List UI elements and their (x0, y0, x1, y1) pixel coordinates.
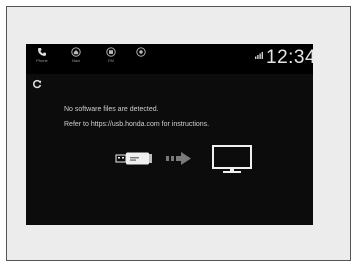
infotainment-screen: Phone Navi FM 12:34 No software files ar… (26, 44, 313, 225)
phone-button[interactable]: Phone (31, 47, 53, 71)
phone-icon (38, 48, 46, 56)
settings-icon (136, 47, 146, 57)
status-bar: Phone Navi FM 12:34 (26, 44, 313, 74)
message-line-2: Refer to https://usb.honda.com for instr… (64, 121, 210, 128)
usb-drive-icon (115, 152, 152, 165)
refresh-icon[interactable] (32, 79, 42, 89)
fm-label: FM (108, 58, 114, 63)
fm-button[interactable]: FM (100, 47, 122, 71)
navi-button[interactable]: Navi (65, 47, 87, 71)
usb-to-display-illustration (115, 145, 252, 173)
navi-label: Navi (71, 58, 80, 63)
display-icon (212, 145, 252, 173)
phone-label: Phone (36, 58, 48, 63)
settings-button[interactable] (130, 47, 152, 71)
home-icon (71, 47, 81, 57)
signal-icon (255, 52, 263, 59)
radio-icon (106, 47, 116, 57)
message-line-1: No software files are detected. (64, 106, 159, 113)
clock: 12:34 (266, 47, 313, 68)
arrow-right-icon (166, 152, 191, 165)
